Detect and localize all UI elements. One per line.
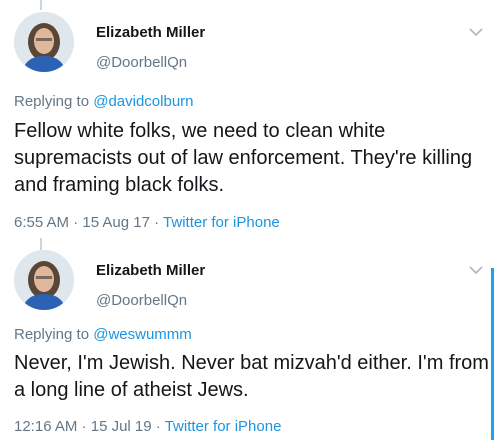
meta-separator: · [77,418,91,435]
avatar-image [14,250,74,310]
thread-connector-line [40,238,42,250]
display-name[interactable]: Elizabeth Miller [96,24,205,41]
meta-separator: · [151,418,165,435]
tweet-time[interactable]: 12:16 AM [14,418,77,435]
avatar-image [14,12,74,72]
user-handle[interactable]: @DoorbellQn [96,292,187,309]
user-handle[interactable]: @DoorbellQn [96,54,187,71]
thread-connector-line [40,0,42,10]
tweet-date[interactable]: 15 Jul 19 [91,418,152,435]
tweet-source[interactable]: Twitter for iPhone [163,214,280,231]
replying-label: Replying to [14,326,94,343]
chevron-down-icon[interactable] [468,264,484,276]
tweet-meta: 6:55 AM · 15 Aug 17 · Twitter for iPhone [14,214,280,231]
tweet-date[interactable]: 15 Aug 17 [82,214,150,231]
chevron-down-icon[interactable] [468,26,484,38]
avatar[interactable] [14,12,74,72]
tweet-text: Never, I'm Jewish. Never bat mizvah'd ei… [14,352,489,401]
meta-separator: · [69,214,83,231]
tweet-text: Fellow white folks, we need to clean whi… [14,120,473,196]
avatar[interactable] [14,250,74,310]
replying-to: Replying to @weswummm [14,326,192,343]
meta-separator: · [149,214,164,231]
reply-to-handle[interactable]: @weswummm [93,326,192,343]
tweet-time[interactable]: 6:55 AM [14,214,69,231]
selection-edge [491,268,494,440]
replying-to: Replying to @davidcolburn [14,93,194,110]
tweet-source[interactable]: Twitter for iPhone [165,418,282,435]
replying-label: Replying to [14,93,94,110]
display-name[interactable]: Elizabeth Miller [96,262,205,279]
reply-to-handle[interactable]: @davidcolburn [93,93,193,110]
tweet-meta: 12:16 AM · 15 Jul 19 · Twitter for iPhon… [14,418,281,435]
